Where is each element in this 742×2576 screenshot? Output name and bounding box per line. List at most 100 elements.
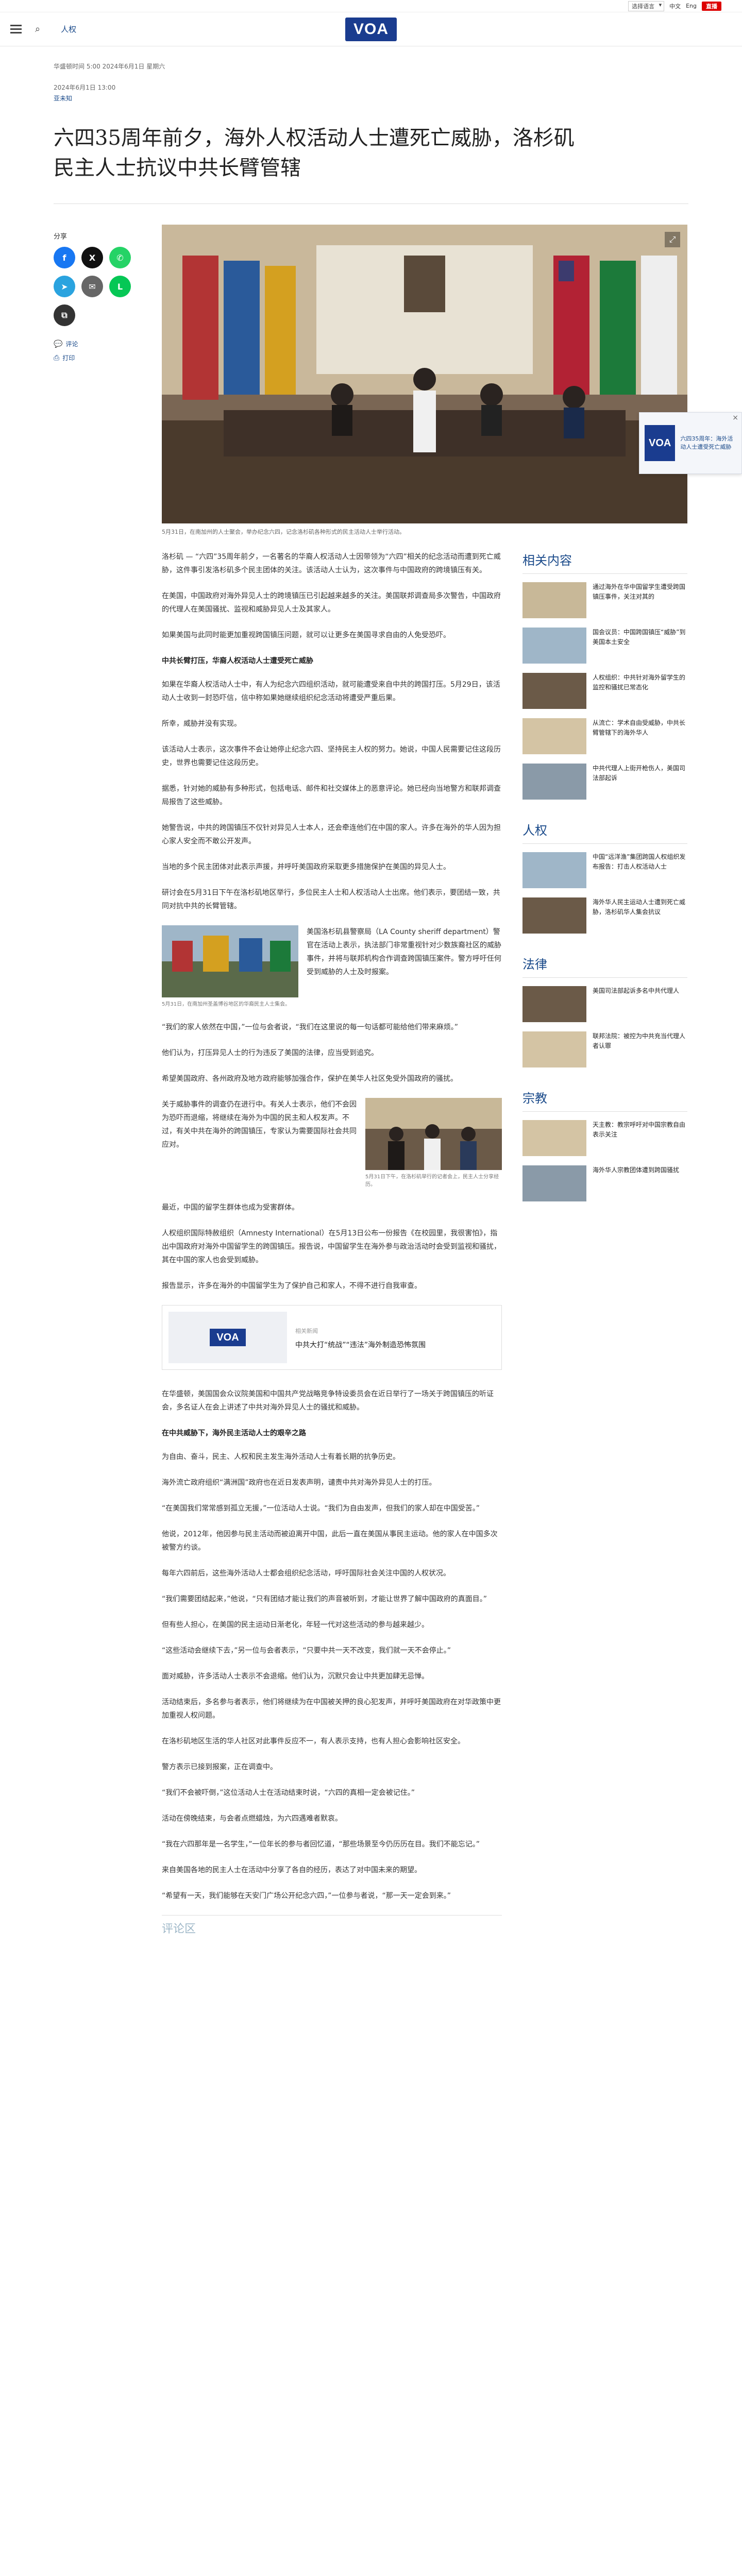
sidebar-item-title[interactable]: 人权组织：中共针对海外留学生的监控和骚扰已常态化 (593, 673, 687, 709)
widget-thumbnail: VOA (645, 425, 676, 461)
figure-2-caption: 5月31日下午，在洛杉矶举行的记者会上，民主人士分享经历。 (365, 1174, 499, 1188)
sidebar-item-thumbnail (522, 764, 586, 800)
sidebar-item[interactable]: 中共代理人上街开枪伤人，美国司法部起诉 (522, 764, 687, 800)
paragraph: 研讨会在5月31日下午在洛杉矶地区举行，多位民主人士和人权活动人士出席。他们表示… (162, 889, 500, 910)
comment-link[interactable]: 💬 评论 (54, 340, 162, 348)
hero-caption: 5月31日，在南加州的人士聚会，举办纪念六四，记念洛杉矶各种形式的民主活动人士举… (162, 529, 405, 535)
figure-1-text: 美国洛杉矶县警察局（LA County sheriff department）警… (307, 928, 501, 976)
sidebar: 相关内容通过海外在华中国留学生遭受跨国镇压事件，关注对其的 国会议员：中国跨国镇压… (522, 550, 687, 1936)
figure-1[interactable]: 5月31日，在南加州圣盖博谷地区的华裔民主人士集会。 (162, 925, 298, 1008)
related-title[interactable]: 中共大打“统战”“违法”海外制造恐怖氛围 (295, 1340, 426, 1350)
paragraph: 海外流亡政府组织“满洲国”政府也在近日发表声明，谴责中共对海外异见人士的打压。 (162, 1479, 436, 1487)
sidebar-item-title[interactable]: 天主教：教宗呼吁对中国宗教自由表示关注 (593, 1120, 687, 1156)
page-root: 选择语言 中文 Eng 直播 ⌕ 人权 VOA 华盛顿时间 5:00 2024年… (0, 0, 742, 1998)
paragraph: 但有些人担心，在美国的民主运动日渐老化，年轻一代对这些活动的参与越来越少。 (162, 1621, 429, 1629)
sidebar-item[interactable]: 海外华人宗教团体遭到跨国骚扰 (522, 1165, 687, 1201)
paragraph: 据悉，针对她的威胁有多种形式，包括电话、邮件和社交媒体上的恶意评论。她已经向当地… (162, 785, 501, 806)
paragraph: 当地的多个民主团体对此表示声援，并呼吁美国政府采取更多措施保护在美国的异见人士。 (162, 863, 450, 871)
expand-icon[interactable]: ⤢ (665, 232, 680, 247)
sidebar-section-title[interactable]: 人权 (522, 820, 687, 844)
sidebar-item[interactable]: 美国司法部起诉多名中共代理人 (522, 986, 687, 1022)
menu-icon[interactable] (10, 25, 22, 33)
comment-section: 评论区 (162, 1915, 502, 1936)
twitter-share-button[interactable]: X (81, 247, 103, 268)
related-article-card[interactable]: VOA 相关新闻 中共大打“统战”“违法”海外制造恐怖氛围 (162, 1305, 502, 1370)
sidebar-item[interactable]: 天主教：教宗呼吁对中国宗教自由表示关注 (522, 1120, 687, 1156)
paragraph: 他说，2012年，他因参与民主活动而被迫离开中国，此后一直在美国从事民主运动。他… (162, 1530, 498, 1552)
voa-logo[interactable]: VOA (345, 18, 397, 41)
figure-1-caption: 5月31日，在南加州圣盖博谷地区的华裔民主人士集会。 (162, 1002, 291, 1007)
sidebar-section: 人权中国“远洋渔”集团跨国人权组织发布报告：打击人权活动人士 海外华人民主运动人士… (522, 820, 687, 934)
paragraph: 在美国，中国政府对海外异见人士的跨境镇压已引起越来越多的关注。美国联邦调查局多次… (162, 592, 501, 614)
paragraph: 在华盛顿，美国国会众议院美国和中国共产党战略竞争特设委员会在近日举行了一场关于跨… (162, 1390, 494, 1412)
section-link-human-rights[interactable]: 人权 (61, 24, 76, 35)
sidebar-section-title[interactable]: 相关内容 (522, 550, 687, 574)
telegram-share-button[interactable]: ➤ (54, 276, 75, 297)
language-select[interactable]: 选择语言 (628, 1, 665, 11)
sidebar-item[interactable]: 通过海外在华中国留学生遭受跨国镇压事件，关注对其的 (522, 582, 687, 618)
sidebar-item-title[interactable]: 国会议员：中国跨国镇压“威胁”到美国本土安全 (593, 628, 687, 664)
sidebar-item[interactable]: 国会议员：中国跨国镇压“威胁”到美国本土安全 (522, 628, 687, 664)
sidebar-item[interactable]: 人权组织：中共针对海外留学生的监控和骚扰已常态化 (522, 673, 687, 709)
sidebar-section: 宗教天主教：教宗呼吁对中国宗教自由表示关注 海外华人宗教团体遭到跨国骚扰 (522, 1088, 687, 1201)
paragraph: 最近，中国的留学生群体也成为受害群体。 (162, 1204, 299, 1212)
paragraph: 他们认为，打压异见人士的行为违反了美国的法律，应当受到追究。 (162, 1049, 378, 1057)
paragraph: “我在六四那年是一名学生，”一位年长的参与者回忆道，“那些场景至今仍历历在目。我… (162, 1840, 480, 1849)
sidebar-item[interactable]: 中国“远洋渔”集团跨国人权组织发布报告：打击人权活动人士 (522, 852, 687, 888)
sidebar-item[interactable]: 海外华人民主运动人士遭到死亡威胁，洛杉矶华人集会抗议 (522, 897, 687, 934)
sidebar-item-thumbnail (522, 673, 586, 709)
copy-link-share-button[interactable]: ⧉ (54, 304, 75, 326)
paragraph: 报告显示，许多在海外的中国留学生为了保护自己和家人，不得不进行自我审查。 (162, 1282, 421, 1290)
main-column: ⤢ 5月31日，在南加州的人士聚会，举办纪念六四，记念洛杉矶各种形式的民主活动人… (162, 225, 687, 1936)
sidebar-item-title[interactable]: 中国“远洋渔”集团跨国人权组织发布报告：打击人权活动人士 (593, 852, 687, 888)
sidebar-item-title[interactable]: 中共代理人上街开枪伤人，美国司法部起诉 (593, 764, 687, 800)
figure-2-image (365, 1098, 502, 1170)
subhead-2: 在中共威胁下，海外民主活动人士的艰辛之路 (162, 1429, 306, 1437)
sidebar-item-thumbnail (522, 1165, 586, 1201)
print-icon: ⎙ (54, 353, 60, 362)
floating-video-widget[interactable]: × VOA 六四35周年：海外活动人士遭受死亡威胁 (639, 412, 742, 474)
sidebar-item-title[interactable]: 联邦法院：被控为中共充当代理人者认罪 (593, 1031, 687, 1067)
paragraph: 在洛杉矶地区生活的华人社区对此事件反应不一，有人表示支持，也有人担心会影响社区安… (162, 1737, 465, 1745)
sidebar-section-title[interactable]: 法律 (522, 954, 687, 978)
sidebar-item-title[interactable]: 海外华人宗教团体遭到跨国骚扰 (593, 1165, 679, 1201)
search-icon[interactable]: ⌕ (35, 24, 40, 35)
sidebar-section: 相关内容通过海外在华中国留学生遭受跨国镇压事件，关注对其的 国会议员：中国跨国镇压… (522, 550, 687, 800)
sidebar-item-title[interactable]: 从流亡：学术自由受威胁，中共长臂管辖下的海外华人 (593, 718, 687, 754)
related-label: 相关新闻 (295, 1328, 318, 1334)
paragraph: 如果在华裔人权活动人士中，有人为纪念六四组织活动，就可能遭受来自中共的跨国打压。… (162, 681, 500, 702)
language-link-zh[interactable]: 中文 (669, 2, 681, 10)
sidebar-item-thumbnail (522, 897, 586, 934)
publish-date: 华盛顿时间 5:00 2024年6月1日 星期六 (54, 63, 165, 70)
widget-text[interactable]: 六四35周年：海外活动人士遭受死亡威胁 (680, 435, 736, 451)
close-icon[interactable]: × (732, 414, 738, 422)
sidebar-item-thumbnail (522, 628, 586, 664)
line-share-button[interactable]: L (109, 276, 131, 297)
sidebar-item-title[interactable]: 美国司法部起诉多名中共代理人 (593, 986, 679, 1022)
author-link[interactable]: 亚未知 (54, 94, 742, 103)
language-link-en[interactable]: Eng (686, 3, 697, 9)
facebook-share-button[interactable]: f (54, 247, 75, 268)
subhead-1: 中共长臂打压，华裔人权活动人士遭受死亡威胁 (162, 657, 313, 665)
figure-1-image (162, 925, 298, 997)
share-buttons: f X ✆ ➤ ✉ L ⧉ (54, 247, 162, 326)
paragraph: 活动结束后，多名参与者表示，他们将继续为在中国被关押的良心犯发声，并呼吁美国政府… (162, 1698, 501, 1720)
sidebar-item-title[interactable]: 通过海外在华中国留学生遭受跨国镇压事件，关注对其的 (593, 582, 687, 618)
paragraph: “在美国我们常常感到孤立无援，”一位活动人士说。“我们为自由发声，但我们的家人却… (162, 1504, 480, 1513)
whatsapp-share-button[interactable]: ✆ (109, 247, 131, 268)
sidebar-item[interactable]: 联邦法院：被控为中共充当代理人者认罪 (522, 1031, 687, 1067)
sidebar-item-thumbnail (522, 852, 586, 888)
content-row: 分享 f X ✆ ➤ ✉ L ⧉ 💬 评论 ⎙ 打印 ⤢ 5月31日，在南加州的… (0, 225, 742, 1936)
sidebar-item-title[interactable]: 海外华人民主运动人士遭到死亡威胁，洛杉矶华人集会抗议 (593, 897, 687, 934)
sidebar-item[interactable]: 从流亡：学术自由受威胁，中共长臂管辖下的海外华人 (522, 718, 687, 754)
paragraph: 如果美国与此同时能更加重视跨国镇压问题，就可以让更多在美国寻求自由的人免受恐吓。 (162, 631, 450, 639)
hero-image[interactable]: ⤢ (162, 225, 687, 523)
paragraph: “这些活动会继续下去，”另一位与会者表示，“只要中共一天不改变，我们就一天不会停… (162, 1647, 451, 1655)
live-button[interactable]: 直播 (702, 1, 721, 11)
sidebar-item-thumbnail (522, 718, 586, 754)
sidebar-section-title[interactable]: 宗教 (522, 1088, 687, 1112)
figure-2[interactable]: 5月31日下午，在洛杉矶举行的记者会上，民主人士分享经历。 (365, 1098, 502, 1189)
email-share-button[interactable]: ✉ (81, 276, 103, 297)
paragraph: “我们需要团结起来，”他说，“只有团结才能让我们的声音被听到，才能让世界了解中国… (162, 1595, 487, 1603)
print-link[interactable]: ⎙ 打印 (54, 353, 162, 362)
